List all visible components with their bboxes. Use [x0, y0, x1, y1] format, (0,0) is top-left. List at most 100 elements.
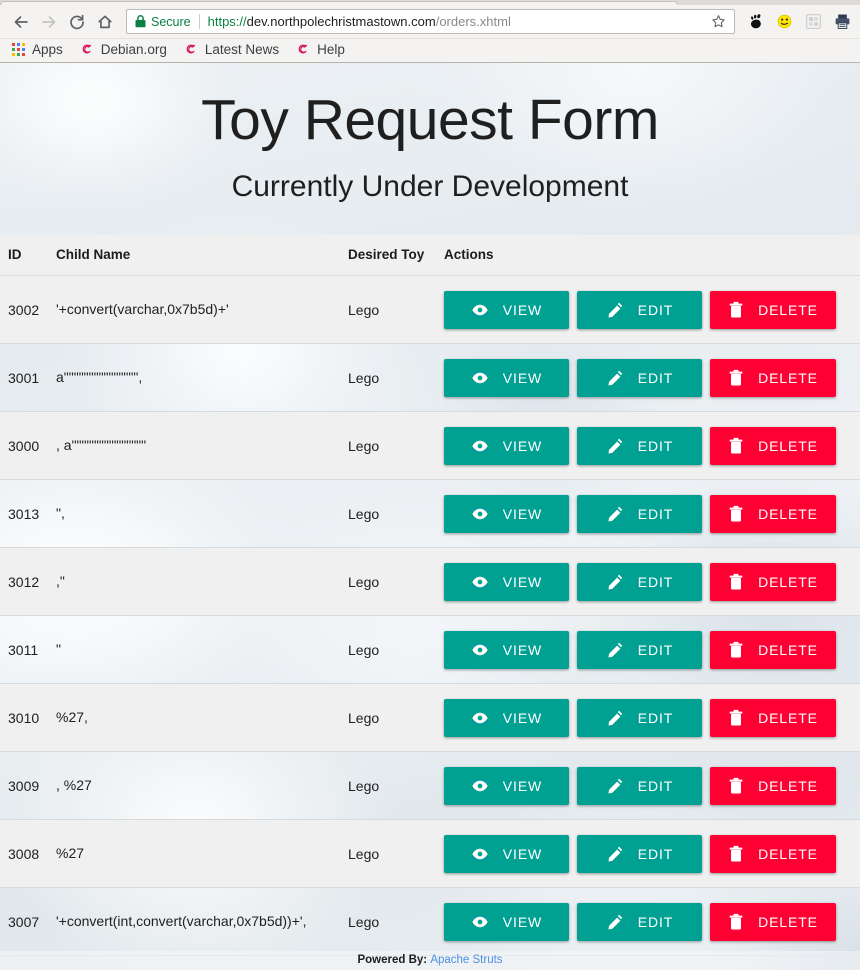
page-hero: Toy Request Form Currently Under Develop… — [0, 63, 860, 235]
bookmark-help[interactable]: Help — [295, 42, 345, 58]
gnome-icon[interactable] — [745, 12, 765, 32]
view-button[interactable]: VIEW — [444, 426, 569, 465]
lock-icon — [135, 15, 146, 28]
delete-button[interactable]: DELETE — [710, 426, 836, 465]
view-button[interactable]: VIEW — [444, 358, 569, 397]
trash-icon — [728, 437, 744, 455]
address-bar[interactable]: Secure https://dev.northpolechristmastow… — [126, 9, 735, 34]
edit-button[interactable]: EDIT — [577, 698, 702, 737]
view-button[interactable]: VIEW — [444, 766, 569, 805]
apache-struts-link[interactable]: Apache Struts — [430, 954, 502, 966]
eye-icon — [471, 709, 489, 727]
view-button[interactable]: VIEW — [444, 290, 569, 329]
delete-button[interactable]: DELETE — [710, 358, 836, 397]
delete-button-label: DELETE — [758, 573, 818, 590]
view-button[interactable]: VIEW — [444, 834, 569, 873]
delete-button[interactable]: DELETE — [710, 698, 836, 737]
edit-button[interactable]: EDIT — [577, 902, 702, 941]
view-button-label: VIEW — [502, 641, 543, 658]
view-button[interactable]: VIEW — [444, 630, 569, 669]
debian-swirl-icon — [79, 42, 95, 58]
active-tab[interactable] — [0, 1, 678, 5]
edit-button[interactable]: EDIT — [577, 426, 702, 465]
table-row: 3009, %27 Lego VIEW EDIT DELETE — [0, 751, 860, 820]
table-row: 3008 %27 Lego VIEW EDIT DELETE — [0, 819, 860, 888]
forward-arrow-icon[interactable] — [36, 9, 62, 35]
edit-button-label: EDIT — [637, 845, 674, 862]
omnibox-divider — [198, 14, 200, 29]
bookmark-apps[interactable]: Apps — [10, 42, 63, 58]
delete-button-label: DELETE — [758, 505, 818, 522]
cell-desired-toy: Lego — [348, 887, 444, 956]
delete-button[interactable]: DELETE — [710, 902, 836, 941]
printer-icon[interactable] — [832, 12, 852, 32]
pencil-icon — [606, 369, 624, 387]
pencil-icon — [606, 913, 624, 931]
tab-strip — [0, 0, 860, 5]
cell-desired-toy: Lego — [348, 411, 444, 480]
edit-button-label: EDIT — [637, 709, 674, 726]
bookmark-debian-org[interactable]: Debian.org — [79, 42, 167, 58]
back-arrow-icon[interactable] — [8, 9, 34, 35]
table-row: 3000, a""""""""""""""" Lego VIEW EDIT DELETE — [0, 411, 860, 480]
edit-button[interactable]: EDIT — [577, 630, 702, 669]
pencil-icon — [606, 777, 624, 795]
view-button-label: VIEW — [502, 573, 543, 590]
edit-button-label: EDIT — [637, 437, 674, 454]
edit-button[interactable]: EDIT — [577, 290, 702, 329]
eye-icon — [471, 505, 489, 523]
bookmark-label: Debian.org — [100, 42, 167, 57]
delete-button-label: DELETE — [758, 301, 818, 318]
cell-id: 3008 — [0, 819, 56, 888]
puzzle-extension-icon[interactable] — [803, 12, 823, 32]
cell-id: 3000 — [0, 411, 56, 480]
pencil-icon — [606, 505, 624, 523]
url-host: dev.northpolechristmastown.com — [246, 14, 436, 29]
cell-actions: VIEW EDIT DELETE — [444, 819, 860, 888]
pencil-icon — [606, 845, 624, 863]
delete-button-label: DELETE — [758, 777, 818, 794]
row-action-buttons: VIEW EDIT DELETE — [444, 562, 860, 601]
cell-child-name: , a""""""""""""""" — [56, 411, 348, 480]
cell-child-name: '+convert(int,convert(varchar,0x7b5d))+'… — [56, 887, 348, 956]
bookmark-latest-news[interactable]: Latest News — [183, 42, 279, 58]
row-action-buttons: VIEW EDIT DELETE — [444, 630, 860, 669]
view-button[interactable]: VIEW — [444, 902, 569, 941]
row-action-buttons: VIEW EDIT DELETE — [444, 494, 860, 533]
bookmark-star-icon[interactable] — [708, 12, 728, 32]
eye-icon — [471, 913, 489, 931]
delete-button[interactable]: DELETE — [710, 494, 836, 533]
edit-button[interactable]: EDIT — [577, 562, 702, 601]
cell-actions: VIEW EDIT DELETE — [444, 411, 860, 480]
url-scheme: https:// — [207, 14, 247, 29]
delete-button[interactable]: DELETE — [710, 834, 836, 873]
edit-button[interactable]: EDIT — [577, 358, 702, 397]
reload-icon[interactable] — [64, 9, 90, 35]
cell-child-name: ", — [56, 479, 348, 548]
smiley-face-icon[interactable] — [774, 12, 794, 32]
pencil-icon — [606, 301, 624, 319]
table-header-row: ID Child Name Desired Toy Actions — [0, 235, 860, 276]
edit-button[interactable]: EDIT — [577, 494, 702, 533]
bookmark-label: Latest News — [204, 42, 280, 57]
home-icon[interactable] — [92, 9, 118, 35]
row-action-buttons: VIEW EDIT DELETE — [444, 766, 860, 805]
view-button[interactable]: VIEW — [444, 494, 569, 533]
edit-button[interactable]: EDIT — [577, 766, 702, 805]
trash-icon — [728, 641, 744, 659]
view-button[interactable]: VIEW — [444, 698, 569, 737]
page-content: Toy Request Form Currently Under Develop… — [0, 63, 860, 970]
delete-button[interactable]: DELETE — [710, 562, 836, 601]
delete-button[interactable]: DELETE — [710, 630, 836, 669]
edit-button[interactable]: EDIT — [577, 834, 702, 873]
table-row: 3013 ", Lego VIEW EDIT DELETE — [0, 479, 860, 548]
delete-button[interactable]: DELETE — [710, 290, 836, 329]
column-header-child-name: Child Name — [56, 235, 348, 276]
view-button[interactable]: VIEW — [444, 562, 569, 601]
extension-icons — [741, 12, 852, 32]
row-action-buttons: VIEW EDIT DELETE — [444, 834, 860, 873]
eye-icon — [471, 845, 489, 863]
view-button-label: VIEW — [502, 845, 543, 862]
delete-button[interactable]: DELETE — [710, 766, 836, 805]
trash-icon — [728, 913, 744, 931]
